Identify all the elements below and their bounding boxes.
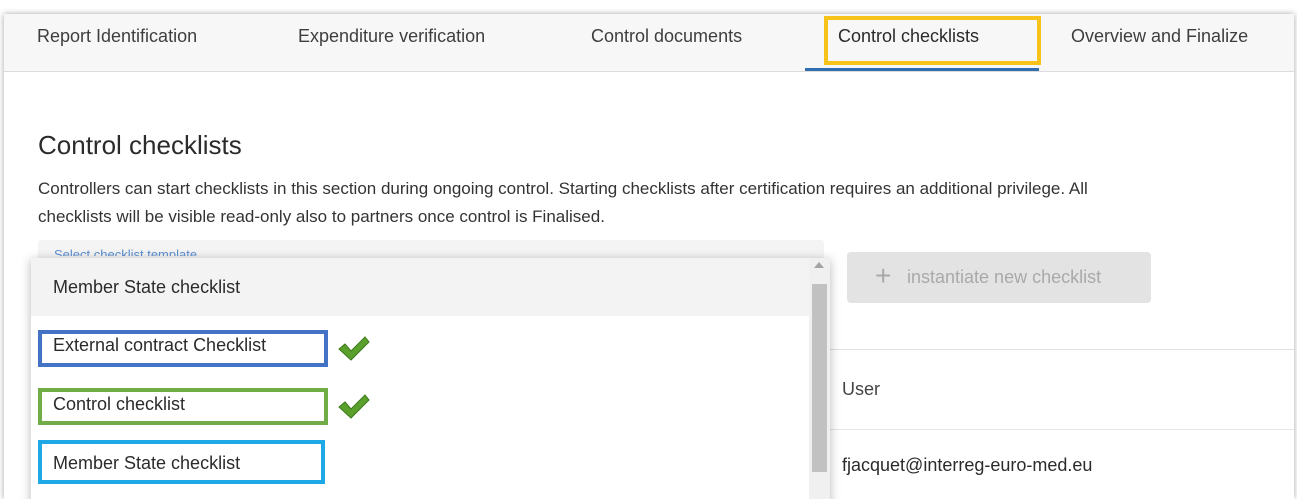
tab-report-identification[interactable]: Report Identification: [37, 26, 197, 47]
table-divider: [809, 429, 1294, 430]
checkmark-icon: [338, 394, 370, 419]
column-header-user: User: [842, 379, 881, 399]
plus-icon: +: [875, 260, 892, 291]
instantiate-button-label: instantiate new checklist: [907, 267, 1102, 287]
dropdown-option-control-checklist[interactable]: Control checklist: [31, 375, 809, 433]
tab-control-documents[interactable]: Control documents: [591, 26, 742, 47]
active-tab-indicator: [805, 68, 1039, 71]
tab-bar: Report Identification Expenditure verifi…: [4, 14, 1294, 72]
dropdown-option-external-contract-checklist[interactable]: External contract Checklist: [31, 316, 809, 374]
scroll-up-arrow-icon[interactable]: [814, 262, 824, 268]
tab-control-checklists[interactable]: Control checklists: [838, 26, 979, 47]
dropdown-option-member-state-checklist[interactable]: Member State checklist: [31, 258, 809, 316]
main-panel: Report Identification Expenditure verifi…: [4, 14, 1294, 499]
option-label: External contract Checklist: [53, 335, 267, 355]
dropdown-option-member-state-checklist-2[interactable]: Member State checklist: [31, 434, 809, 492]
dropdown-scrollbar[interactable]: [809, 258, 830, 499]
checklist-dropdown: Member State checklist External contract…: [31, 258, 830, 499]
section-description: Controllers can start checklists in this…: [38, 179, 1088, 226]
option-label: Member State checklist: [53, 277, 241, 297]
table-divider: [809, 349, 1294, 350]
scrollbar-thumb[interactable]: [812, 284, 827, 472]
page-title: Control checklists: [38, 130, 242, 160]
option-label: Member State checklist: [53, 453, 241, 473]
option-label: Control checklist: [53, 394, 186, 414]
table-cell-user: fjacquet@interreg-euro-med.eu: [842, 455, 1093, 475]
tab-overview-and-finalize[interactable]: Overview and Finalize: [1071, 26, 1248, 47]
checkmark-icon: [338, 336, 370, 361]
tab-expenditure-verification[interactable]: Expenditure verification: [298, 26, 485, 47]
instantiate-new-checklist-button[interactable]: + instantiate new checklist: [847, 252, 1151, 303]
select-placeholder: Select checklist template: [54, 247, 198, 256]
